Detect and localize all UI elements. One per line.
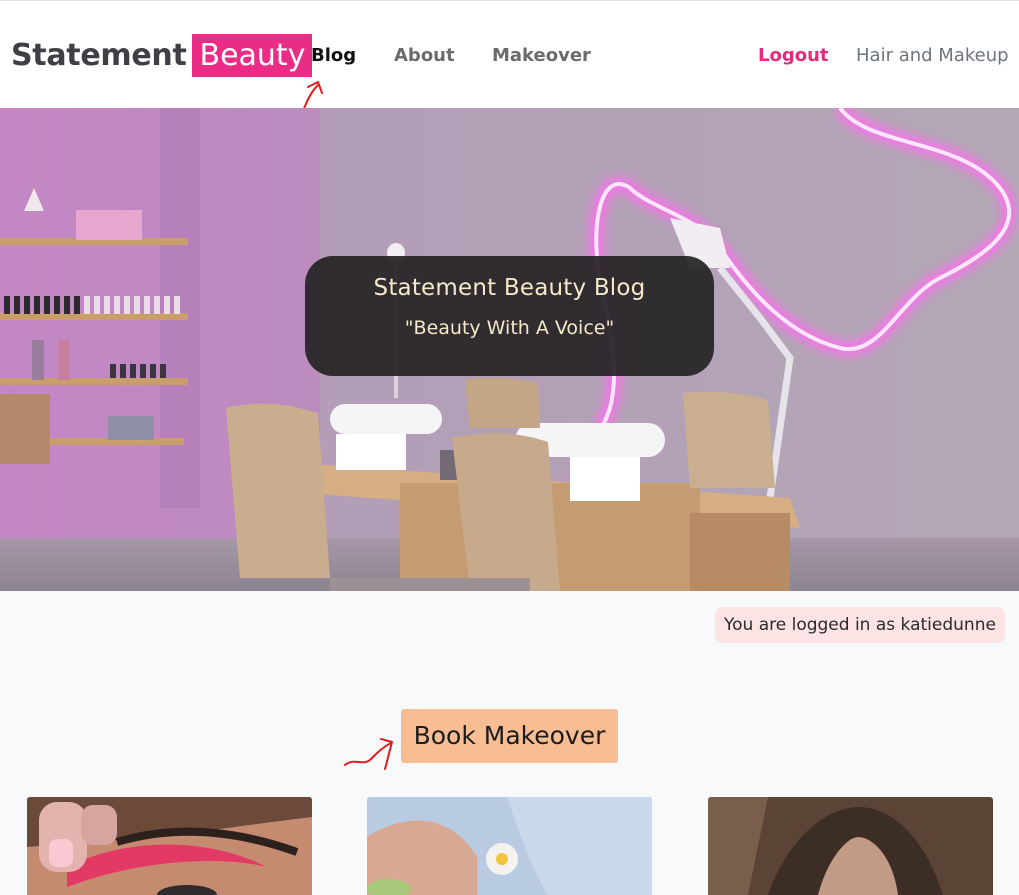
hero-subtitle: "Beauty With A Voice" [404, 317, 615, 339]
navbar: Statement Beauty Blog About Makeover Log… [0, 0, 1019, 115]
nav-hair-and-makeup[interactable]: Hair and Makeup [856, 45, 1009, 66]
hero-banner: Statement Beauty Blog "Beauty With A Voi… [0, 108, 1019, 591]
hero-title: Statement Beauty Blog [373, 275, 646, 301]
logged-in-badge: You are logged in as katiedunne [715, 607, 1005, 643]
annotation-arrow-icon [344, 738, 393, 770]
card-image-hair[interactable] [708, 797, 993, 895]
card-image-skincare[interactable] [367, 797, 652, 895]
brand-logo[interactable]: Statement Beauty [11, 33, 313, 77]
nav-makeover[interactable]: Makeover [492, 45, 591, 66]
nav-blog[interactable]: Blog [311, 45, 356, 66]
brand-accent: Beauty [192, 33, 313, 77]
nav-about[interactable]: About [394, 45, 455, 66]
nav-logout[interactable]: Logout [758, 45, 829, 66]
card-image-eye-makeup[interactable] [27, 797, 312, 895]
hero-card: Statement Beauty Blog "Beauty With A Voi… [305, 256, 714, 376]
book-makeover-button[interactable]: Book Makeover [401, 709, 618, 763]
brand-name: Statement [11, 37, 187, 73]
